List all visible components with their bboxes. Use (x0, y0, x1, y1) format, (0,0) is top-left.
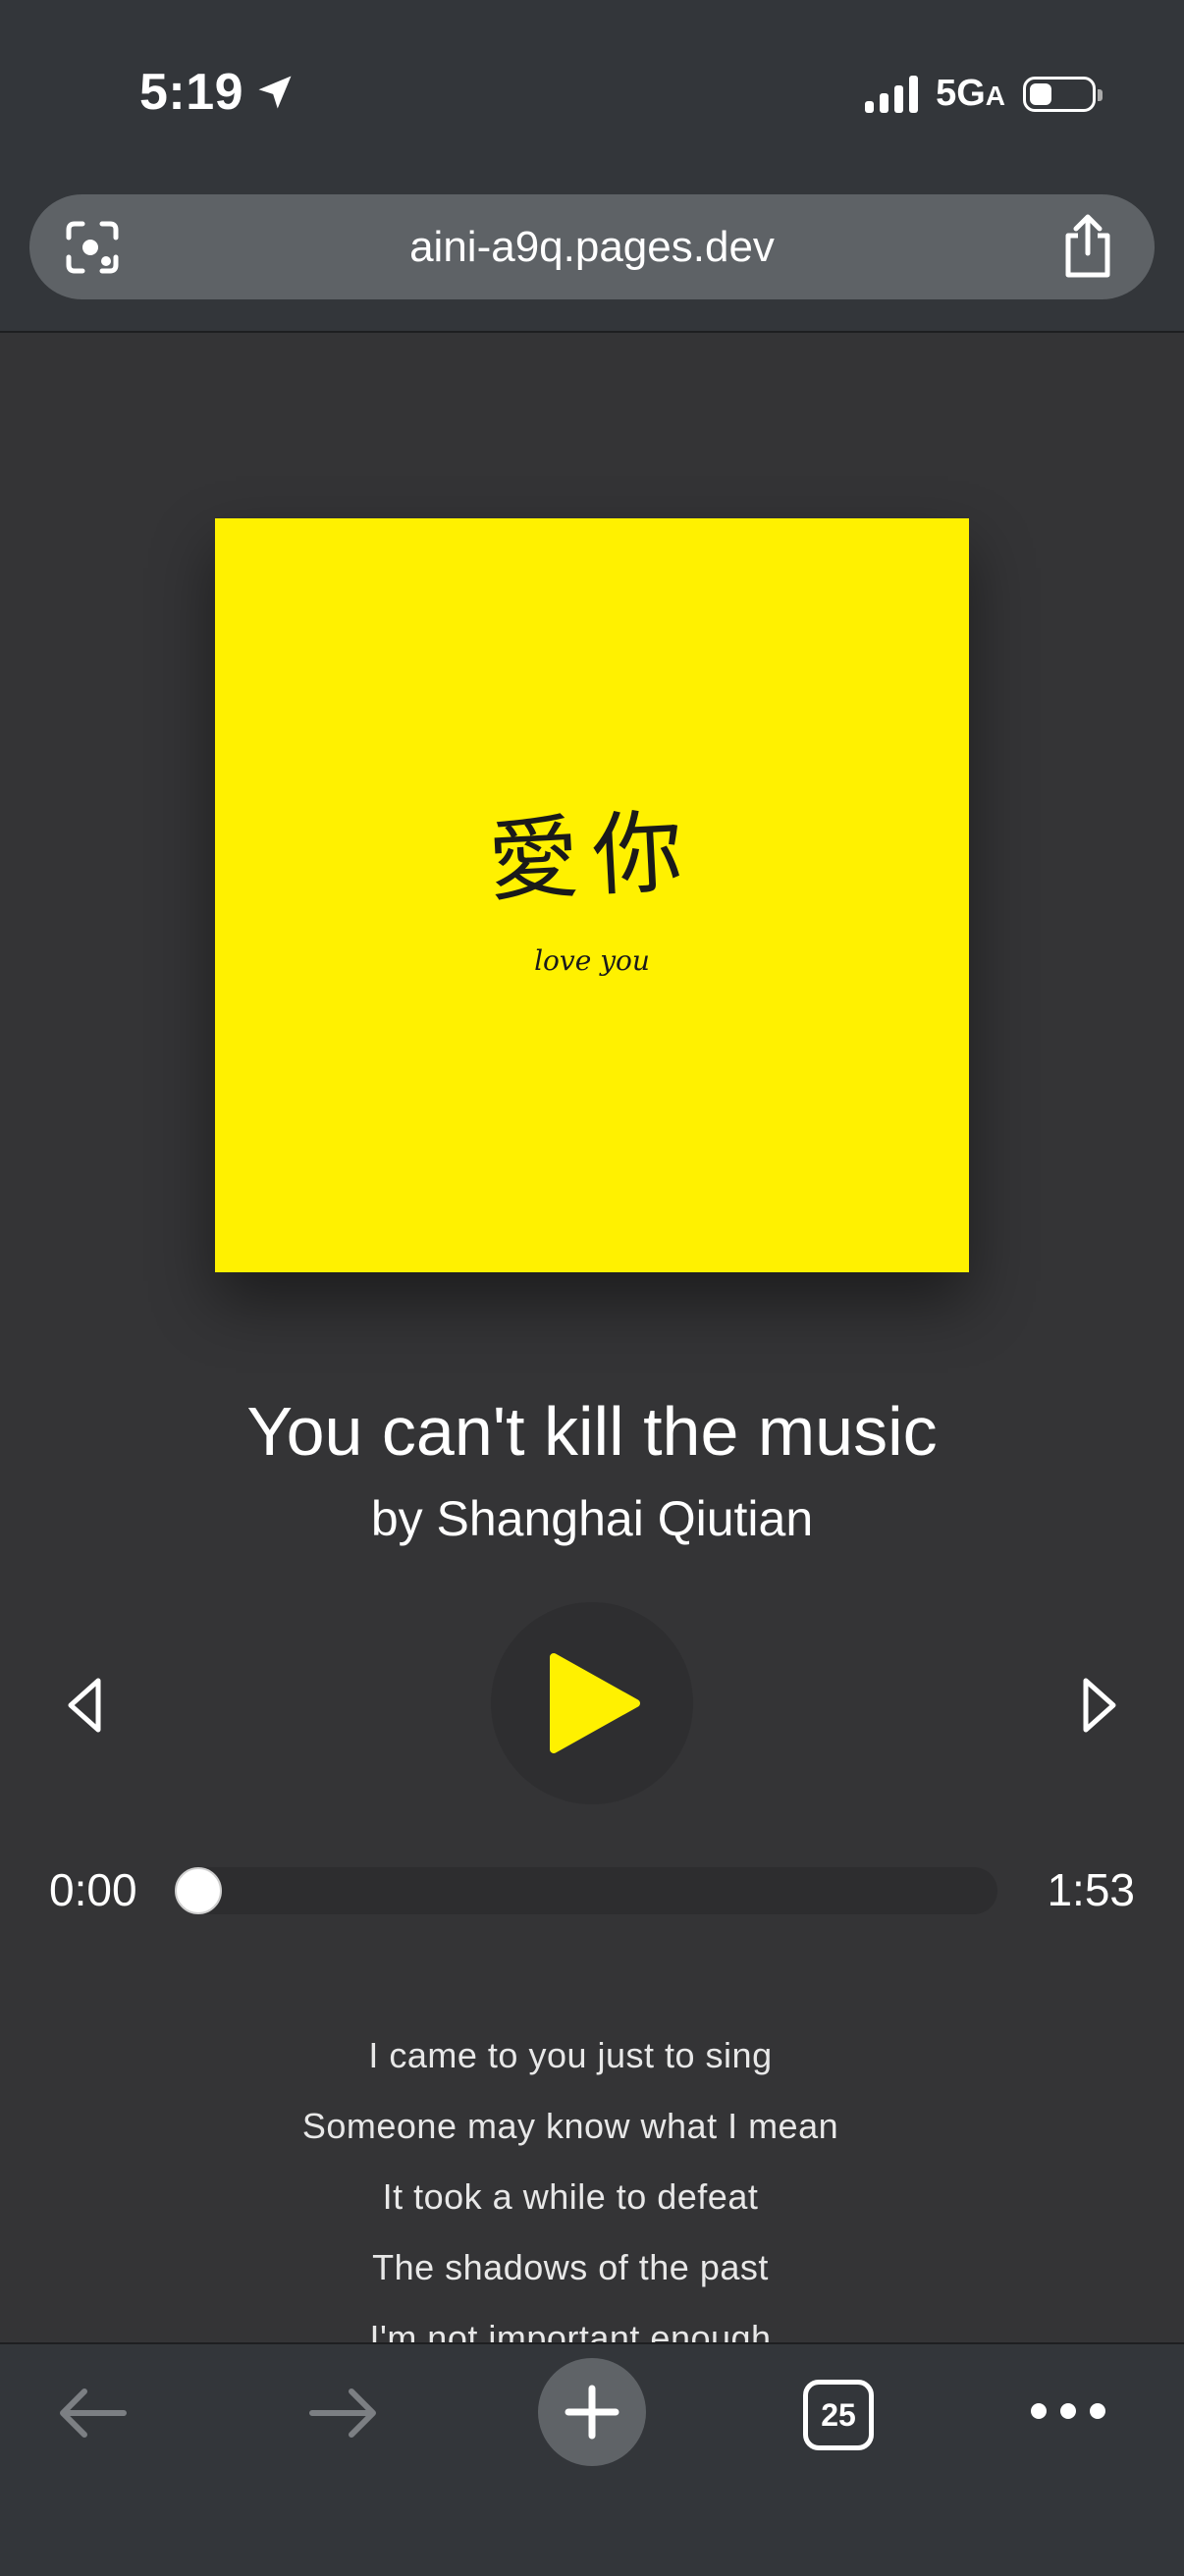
song-title: You can't kill the music (246, 1393, 938, 1470)
status-time-text: 5:19 (139, 64, 244, 121)
address-bar[interactable]: aini-a9q.pages.dev (29, 194, 1155, 299)
new-tab-button[interactable] (538, 2358, 646, 2466)
more-icon[interactable] (1031, 2403, 1105, 2419)
forward-arrow-icon[interactable] (306, 2386, 381, 2441)
plus-icon (565, 2385, 619, 2440)
lyric-line: Someone may know what I mean (301, 2106, 839, 2146)
album-art-subtitle: love you (534, 944, 650, 977)
cellular-signal-icon (865, 75, 919, 113)
progress-slider[interactable] (175, 1867, 997, 1914)
progress-knob[interactable] (175, 1867, 222, 1914)
browser-bottom-toolbar: 25 (0, 2342, 1184, 2576)
lyric-line: The shadows of the past (372, 2247, 769, 2287)
previous-icon[interactable] (61, 1675, 108, 1736)
album-art: 愛你 love you (215, 518, 969, 1272)
battery-icon (1023, 76, 1103, 112)
lyric-line: I came to you just to sing (368, 2035, 773, 2075)
share-icon[interactable] (1060, 214, 1115, 279)
duration: 1:53 (1047, 1864, 1135, 1915)
network-type: 5GA (936, 73, 1005, 114)
status-bar-time: 5:19 (139, 63, 296, 122)
status-bar-indicators: 5GA (865, 73, 1103, 115)
song-artist: by Shanghai Qiutian (370, 1491, 814, 1546)
play-icon (550, 1653, 640, 1753)
browser-top-chrome: 5:19 5GA aini-a9q.pages.dev (0, 0, 1184, 333)
next-icon[interactable] (1076, 1675, 1123, 1736)
lyric-line: It took a while to defeat (382, 2176, 759, 2217)
url-text: aini-a9q.pages.dev (409, 222, 775, 271)
back-arrow-icon[interactable] (55, 2386, 130, 2441)
tab-switcher-button[interactable]: 25 (803, 2380, 874, 2450)
play-button[interactable] (491, 1602, 693, 1804)
lens-camera-icon[interactable] (63, 218, 122, 277)
current-time: 0:00 (49, 1864, 137, 1915)
lyrics-panel: I came to you just to sing Someone may k… (0, 2026, 1141, 2380)
album-art-title: 愛你 (485, 798, 700, 915)
location-arrow-icon (258, 76, 292, 109)
